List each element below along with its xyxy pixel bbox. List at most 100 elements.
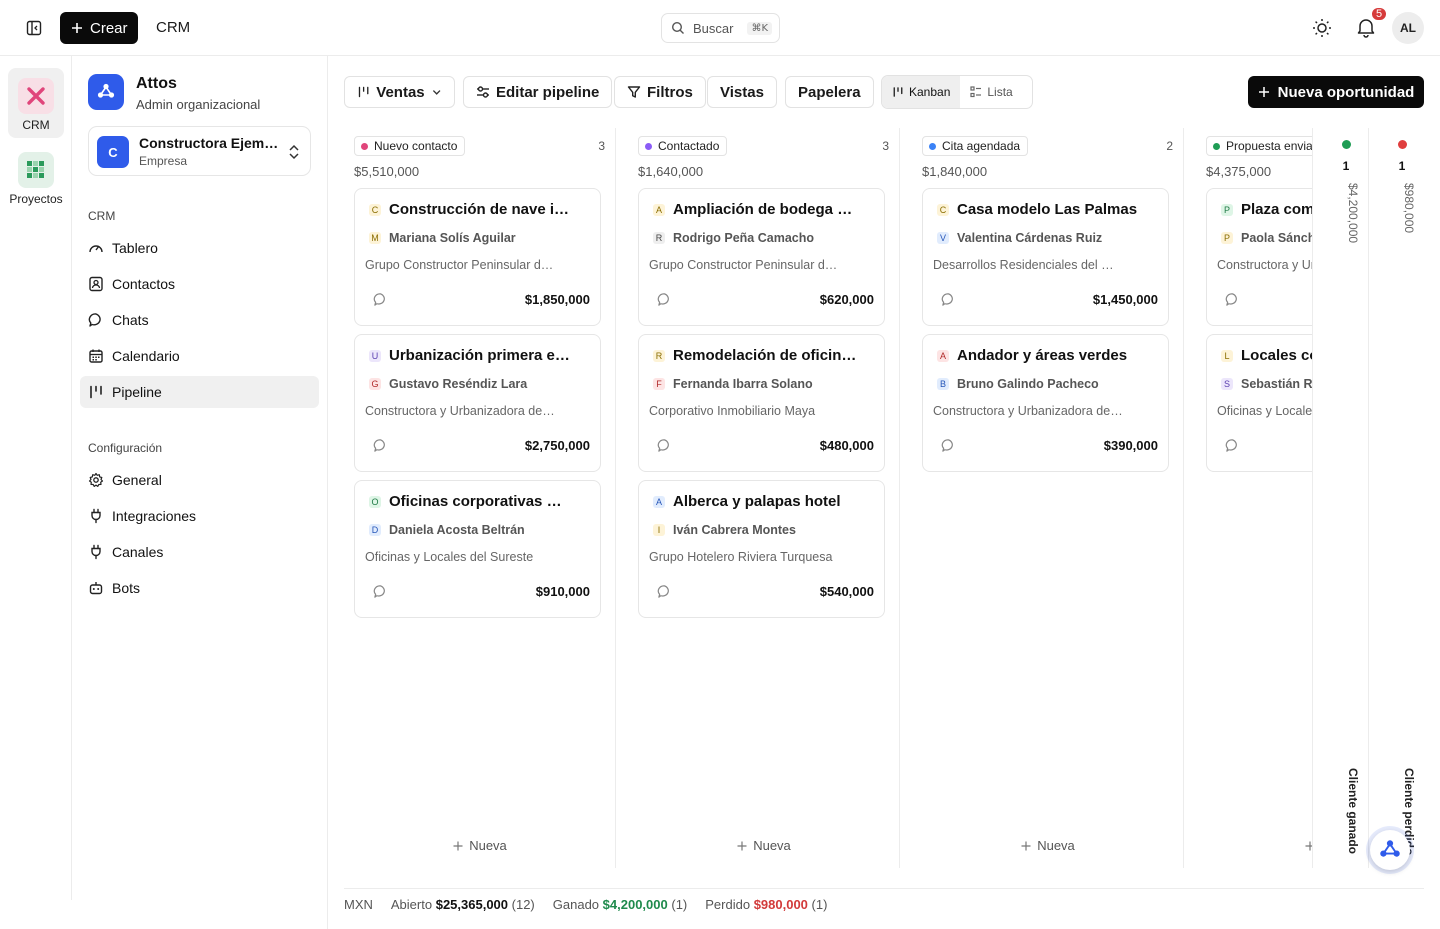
filters-button[interactable]: Filtros (614, 76, 706, 108)
sidebar-item-general[interactable]: General (80, 464, 319, 496)
card-company: Constructora y Urbanizadora del Caribe (1217, 258, 1312, 272)
opportunity-card[interactable]: C Construcción de nave industrial M Marian… (354, 188, 601, 326)
sidebar-item-tablero[interactable]: Tablero (80, 232, 319, 264)
opportunity-card[interactable]: A Andador y áreas verdes B Bruno Galindo P… (922, 334, 1169, 472)
opportunity-card[interactable]: R Remodelación de oficinas F Fernanda Ibar… (638, 334, 885, 472)
opportunity-card[interactable]: O Oficinas corporativas Mérida D Daniela A… (354, 480, 601, 618)
summary-lost-amount: $980,000 (753, 897, 808, 912)
contact-initial: M (369, 232, 381, 244)
create-button[interactable]: Crear (60, 12, 138, 44)
theme-toggle-icon[interactable] (1311, 17, 1333, 39)
rail-item-label: CRM (22, 118, 50, 132)
chat-icon[interactable] (373, 438, 388, 453)
column-name: Cita agendada (942, 139, 1021, 153)
chat-icon[interactable] (373, 292, 388, 307)
title-initial: C (369, 203, 381, 216)
assistant-logo-icon (1380, 840, 1400, 857)
sidebar-item-label: Pipeline (112, 384, 162, 400)
title-initial: O (369, 495, 381, 508)
user-avatar[interactable]: AL (1392, 12, 1424, 44)
chat-icon[interactable] (1225, 438, 1240, 453)
title-initial: R (653, 349, 665, 362)
card-contact: F Fernanda Ibarra Solano (653, 377, 813, 391)
chat-icon[interactable] (941, 292, 956, 307)
view-list-button[interactable]: Lista (960, 76, 1022, 108)
add-opportunity-button[interactable]: Nueva (628, 838, 900, 853)
sidebar-item-pipeline[interactable]: Pipeline (80, 376, 319, 408)
app-rail: CRM Proyectos (0, 56, 72, 900)
chat-icon[interactable] (373, 584, 388, 599)
assistant-fab[interactable] (1370, 830, 1410, 870)
card-title-row: U Urbanización primera etapa (369, 347, 589, 364)
chat-icon[interactable] (941, 438, 956, 453)
contacts-icon (89, 276, 103, 292)
opportunity-card[interactable]: P Plaza comercial norte P Paola Sánchez Or… (1206, 188, 1312, 326)
kanban-column-cita-agendada: Cita agendada 2 $1,840,000 C Casa modelo … (912, 128, 1184, 868)
org-name: Attos (136, 75, 177, 92)
card-title: Urbanización primera etapa (389, 347, 574, 364)
bot-icon (89, 582, 103, 595)
opportunity-card[interactable]: A Alberca y palapas hotel I Iván Cabrera M… (638, 480, 885, 618)
column-count: 3 (598, 139, 605, 153)
sidebar-item-integraciones[interactable]: Integraciones (80, 500, 319, 532)
add-opportunity-button[interactable]: Nueva (1196, 838, 1312, 853)
collapsed-column-lost[interactable]: 1 $980,000 Cliente perdido (1368, 128, 1424, 868)
contact-initial: I (653, 524, 665, 536)
column-header[interactable]: Cita agendada (922, 136, 1029, 156)
title-initial: U (369, 349, 381, 362)
views-button[interactable]: Vistas (707, 76, 777, 108)
sidebar-item-calendario[interactable]: Calendario (80, 340, 319, 372)
trash-label: Papelera (798, 83, 861, 101)
summary-open: Abierto $25,365,000 (12) (391, 897, 535, 912)
column-header[interactable]: Contactado (638, 136, 728, 156)
contact-initial: S (1221, 378, 1233, 390)
view-list-label: Lista (987, 85, 1013, 99)
add-opportunity-button[interactable]: Nueva (344, 838, 616, 853)
summary-open-amount: $25,365,000 (435, 897, 509, 912)
column-header[interactable]: Nuevo contacto (354, 136, 466, 156)
chat-icon[interactable] (657, 438, 672, 453)
chat-icon[interactable] (657, 292, 672, 307)
contact-name: Bruno Galindo Pacheco (957, 377, 1099, 391)
card-company: Constructora y Urbanizadora del Caribe (365, 404, 555, 418)
collapsed-column-won[interactable]: 1 $4,200,000 Cliente ganado (1312, 128, 1368, 868)
contact-name: Paola Sánchez Ortiz (1241, 231, 1312, 245)
view-kanban-button[interactable]: Kanban (882, 76, 961, 108)
add-opportunity-button[interactable]: Nueva (912, 838, 1184, 853)
rail-item-proyectos[interactable]: Proyectos (0, 142, 72, 212)
sidebar-item-bots[interactable]: Bots (80, 572, 319, 604)
company-avatar: C (97, 136, 129, 168)
summary-footer: MXN Abierto $25,365,000 (12) Ganado $4,2… (344, 888, 1424, 920)
chevron-updown-icon (289, 144, 299, 160)
sidebar-item-contactos[interactable]: Contactos (80, 268, 319, 300)
title-initial: P (1221, 203, 1233, 216)
rail-item-crm[interactable]: CRM (8, 68, 64, 138)
trash-button[interactable]: Papelera (785, 76, 874, 108)
sidebar-item-chats[interactable]: Chats (80, 304, 319, 336)
card-contact: P Paola Sánchez Ortiz (1221, 231, 1312, 245)
opportunity-card[interactable]: A Ampliación de bodega central R Rodrigo P… (638, 188, 885, 326)
card-contact: G Gustavo Reséndiz Lara (369, 377, 527, 391)
company-switcher[interactable]: C Constructora Ejemplo Empresa (88, 126, 311, 176)
add-label: Nueva (753, 838, 791, 853)
new-opportunity-button[interactable]: Nueva oportunidad (1248, 76, 1424, 108)
opportunity-card[interactable]: C Casa modelo Las Palmas V Valentina Cárde… (922, 188, 1169, 326)
edit-pipeline-button[interactable]: Editar pipeline (463, 76, 613, 108)
chat-icon[interactable] (657, 584, 672, 599)
sidebar-item-label: General (112, 472, 162, 488)
status-dot (1342, 140, 1351, 149)
pipeline-select[interactable]: Ventas (344, 76, 455, 108)
contact-name: Daniela Acosta Beltrán (389, 523, 525, 537)
column-header[interactable]: Propuesta enviada (1206, 136, 1312, 156)
column-total: $980,000 (1402, 183, 1416, 234)
list-icon (970, 86, 982, 98)
opportunity-card[interactable]: U Urbanización primera etapa G Gustavo Res… (354, 334, 601, 472)
view-toggle: Kanban Lista (881, 75, 1033, 109)
sidebar-item-canales[interactable]: Canales (80, 536, 319, 568)
opportunity-card[interactable]: L Locales comerciales centro S Sebastián R… (1206, 334, 1312, 472)
sidebar-item-label: Bots (112, 580, 141, 596)
search-input[interactable]: Buscar ⌘K (661, 13, 780, 43)
card-amount: $540,000 (819, 584, 874, 599)
sidebar-toggle-icon[interactable] (24, 18, 44, 38)
chat-icon[interactable] (1225, 292, 1240, 307)
